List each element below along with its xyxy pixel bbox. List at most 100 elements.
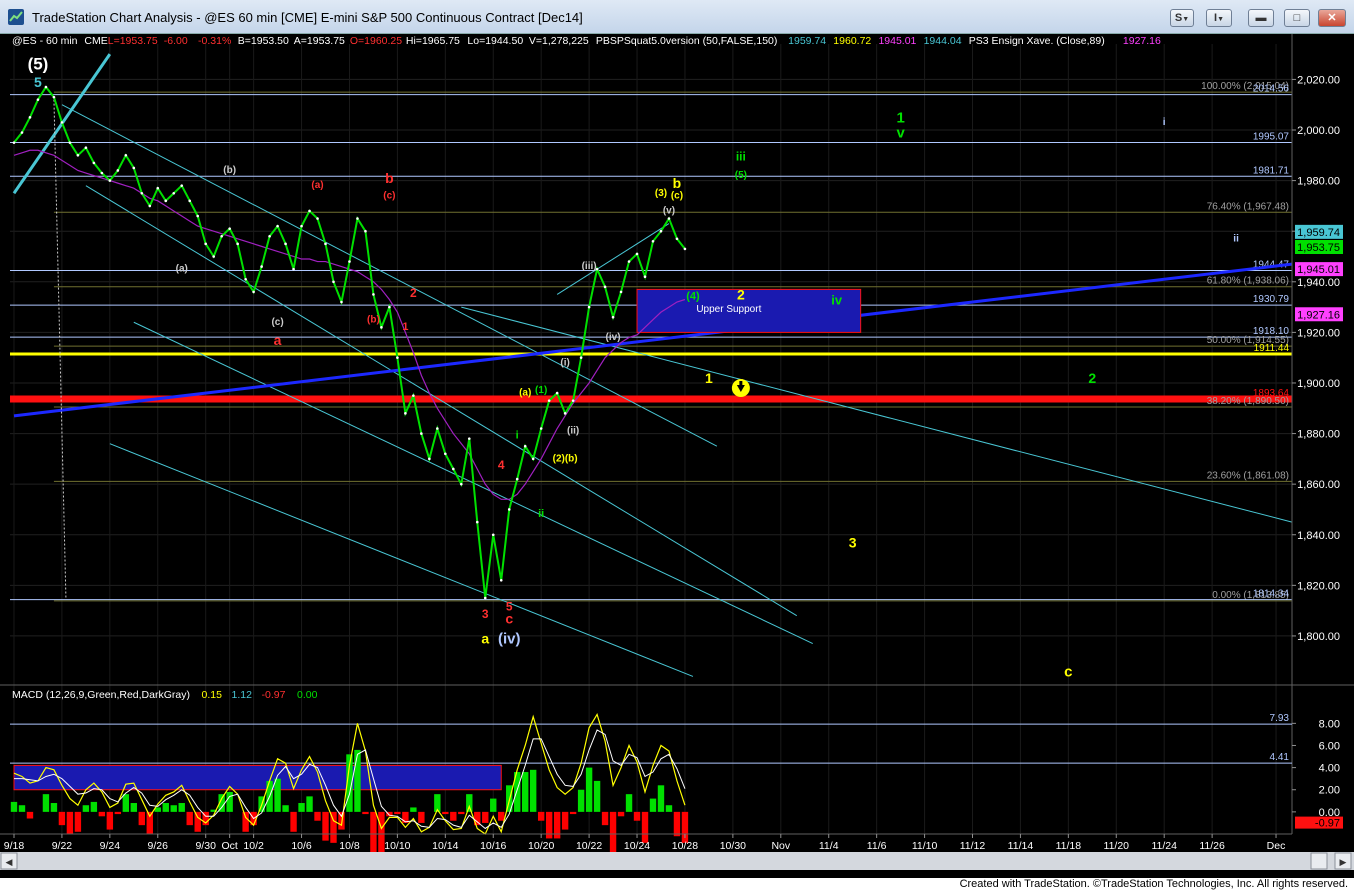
- price-tick-label: 1,980.00: [1297, 176, 1340, 188]
- macd-histogram-bar: [130, 803, 138, 812]
- price-point: [60, 121, 64, 124]
- price-tick-label: 2,020.00: [1297, 74, 1340, 86]
- header-field: V=1,278,225: [529, 35, 589, 47]
- price-tick-label: 1,920.00: [1297, 327, 1340, 339]
- header-field: B=1953.50: [238, 35, 289, 47]
- header-field: 1945.01: [878, 35, 916, 47]
- price-point: [324, 242, 327, 246]
- price-point: [252, 290, 255, 294]
- macd-histogram-bar: [354, 749, 361, 812]
- time-tick-label: 10/6: [291, 840, 312, 852]
- chevron-down-icon: ▼: [1182, 16, 1190, 23]
- price-point: [643, 275, 647, 279]
- time-tick-label: 10/8: [339, 840, 360, 852]
- level-label: 1981.71: [1253, 165, 1290, 176]
- wave-label: (5): [735, 170, 747, 181]
- macd-histogram-bar: [122, 794, 130, 812]
- channel-line: [556, 223, 670, 295]
- price-axis: 2,020.002,000.001,980.001,960.001,940.00…: [1291, 34, 1343, 834]
- i-button[interactable]: I▼: [1206, 9, 1232, 27]
- macd-tick-label: 2.00: [1319, 785, 1340, 797]
- macd-histogram-bar: [665, 805, 673, 812]
- price-tick-label: 1,880.00: [1297, 429, 1340, 441]
- upper-support-box: Upper Support: [636, 288, 862, 333]
- macd-histogram-bar: [649, 798, 657, 812]
- time-tick-label: 11/20: [1104, 840, 1130, 852]
- time-tick-label: Nov: [771, 840, 790, 852]
- level-label: 1814.34: [1253, 589, 1290, 600]
- price-point: [20, 131, 24, 134]
- macd-histogram-bar: [490, 798, 497, 812]
- macd-histogram-bar: [450, 811, 457, 821]
- macd-tick-label: 6.00: [1319, 740, 1340, 752]
- wave-label: (iv): [606, 332, 621, 343]
- macd-histogram-bar: [410, 807, 417, 812]
- time-tick-label: 9/22: [52, 840, 73, 852]
- price-point: [28, 116, 32, 119]
- minimize-button[interactable]: ▬: [1248, 9, 1274, 27]
- header-field: A=1953.75: [294, 35, 345, 47]
- macd-histogram-bar: [601, 811, 609, 826]
- time-tick-label: 11/18: [1056, 840, 1082, 852]
- wave-label: i: [516, 430, 519, 442]
- wave-label: (c): [271, 317, 283, 328]
- macd-histogram-bar: [66, 811, 74, 834]
- price-point: [563, 412, 567, 415]
- header-field: Hi=1965.75: [406, 35, 460, 47]
- header-field: -6.00: [164, 35, 188, 47]
- level-label: 76.40% (1,967.48): [1207, 201, 1289, 212]
- macd-histogram-bar: [186, 811, 193, 826]
- macd-histogram-bar: [657, 785, 665, 812]
- macd-histogram-bar: [290, 811, 297, 832]
- price-grid: [10, 44, 1292, 834]
- macd-histogram-bar: [522, 772, 529, 812]
- macd-last-tag: -0.97: [1315, 818, 1340, 830]
- price-chart[interactable]: 100.00% (2,015.04)2014.561995.071981.717…: [0, 34, 1354, 878]
- macd-histogram-bar: [58, 811, 66, 826]
- horizontal-scrollbar[interactable]: ◀ ▶: [0, 852, 1354, 870]
- macd-histogram-bar: [625, 794, 633, 812]
- macd-level-label: 4.41: [1270, 752, 1290, 763]
- price-point: [459, 482, 463, 486]
- macd-histogram-bar: [362, 811, 369, 815]
- price-point: [627, 260, 631, 263]
- tradestation-app-icon: [8, 9, 24, 25]
- time-tick-label: 10/30: [720, 840, 746, 852]
- price-point: [284, 242, 287, 246]
- maximize-button[interactable]: □: [1284, 9, 1310, 27]
- scrollbar-track: [0, 852, 1354, 870]
- price-point: [340, 300, 343, 304]
- price-point: [156, 186, 160, 190]
- macd-tick-label: 4.00: [1319, 763, 1340, 775]
- price-point: [356, 217, 359, 220]
- price-tick-label: 1,820.00: [1297, 580, 1340, 592]
- macd-histogram-bar: [442, 811, 449, 815]
- time-tick-label: 11/10: [912, 840, 938, 852]
- price-point: [523, 444, 527, 448]
- price-point: [659, 229, 663, 233]
- chart-area[interactable]: 100.00% (2,015.04) 2014.56 1995.07 1981.71 7…: [0, 34, 1354, 878]
- scroll-right-icon: ▶: [1340, 857, 1347, 867]
- wave-label: ii: [538, 508, 544, 520]
- price-point: [172, 191, 176, 195]
- level-label: 1995.07: [1253, 131, 1290, 142]
- price-point: [212, 255, 215, 258]
- macd-panel: MACD (12,26,9,Green,Red,DarkGray) 0.15 1.1…: [0, 684, 1354, 865]
- time-tick-label: Dec: [1267, 840, 1286, 852]
- footer-copyright: Created with TradeStation. ©TradeStation…: [959, 878, 1348, 890]
- price-point: [276, 224, 279, 228]
- wave-label: a: [481, 631, 489, 647]
- wave-label: b: [385, 170, 394, 186]
- price-point: [180, 184, 184, 187]
- close-button[interactable]: ✕: [1318, 9, 1346, 27]
- price-tag: 1,953.75: [1297, 242, 1340, 254]
- time-tick-label: 9/18: [4, 840, 25, 852]
- macd-histogram-bar: [482, 811, 489, 823]
- price-point: [428, 457, 431, 461]
- macd-histogram-bar: [274, 778, 281, 812]
- wave-label: (4): [686, 290, 700, 302]
- price-point: [68, 141, 72, 144]
- s-button[interactable]: S▼: [1170, 9, 1194, 27]
- channel-line: [61, 104, 718, 447]
- wave-label: iv: [831, 293, 843, 308]
